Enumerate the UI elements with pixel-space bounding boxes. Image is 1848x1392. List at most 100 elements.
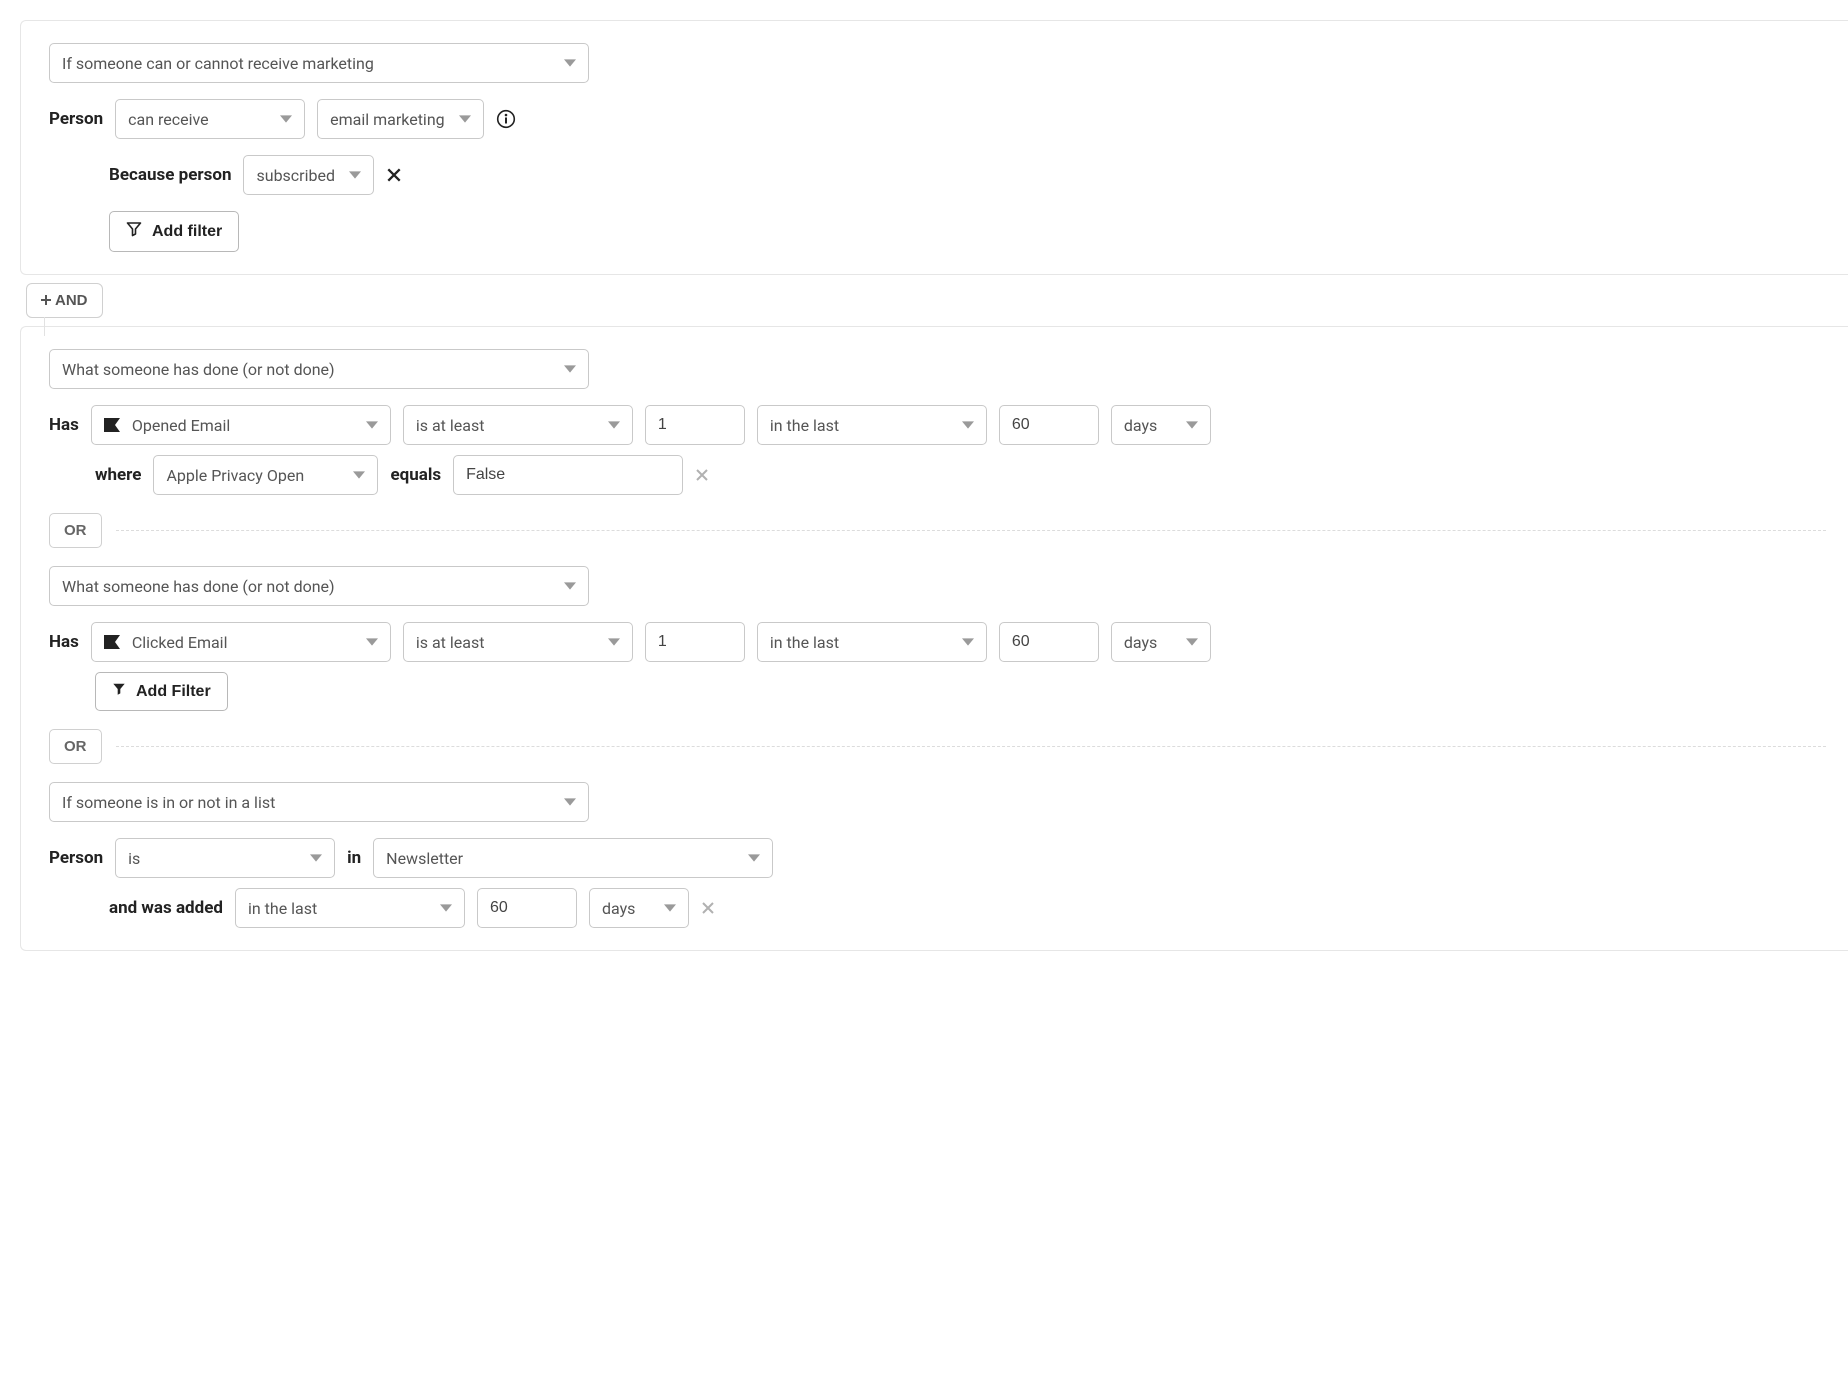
add-filter-button[interactable]: Add filter	[109, 211, 239, 252]
added-range-value[interactable]	[490, 899, 564, 917]
added-range-mode-select[interactable]: in the last	[235, 888, 465, 928]
chevron-down-icon	[650, 904, 676, 912]
added-range-value-input[interactable]	[477, 888, 577, 928]
because-value: subscribed	[256, 166, 335, 185]
chevron-down-icon	[948, 638, 974, 646]
list-value: Newsletter	[386, 849, 463, 868]
funnel-icon	[126, 221, 142, 242]
chevron-down-icon	[335, 171, 361, 179]
or-button[interactable]: OR	[49, 513, 102, 548]
chevron-down-icon	[948, 421, 974, 429]
chevron-down-icon	[734, 854, 760, 862]
chevron-down-icon	[445, 115, 471, 123]
can-receive-select[interactable]: can receive	[115, 99, 305, 139]
operator-value: is at least	[416, 633, 485, 652]
where-value-input[interactable]	[453, 455, 683, 495]
condition-type-select[interactable]: If someone can or cannot receive marketi…	[49, 43, 589, 83]
chevron-down-icon	[296, 854, 322, 862]
funnel-icon	[112, 682, 126, 701]
condition-type-label: What someone has done (or not done)	[62, 360, 335, 379]
where-property-value: Apple Privacy Open	[166, 466, 304, 485]
chevron-down-icon	[352, 638, 378, 646]
condition-type-label: If someone can or cannot receive marketi…	[62, 54, 374, 73]
because-person-label: Because person	[109, 165, 231, 185]
chevron-down-icon	[426, 904, 452, 912]
condition-type-select[interactable]: What someone has done (or not done)	[49, 566, 589, 606]
person-label: Person	[49, 848, 103, 868]
where-property-select[interactable]: Apple Privacy Open	[153, 455, 378, 495]
chevron-down-icon	[550, 582, 576, 590]
and-connector-button[interactable]: AND	[26, 283, 103, 318]
operator-select[interactable]: is at least	[403, 405, 633, 445]
event-select[interactable]: Opened Email	[91, 405, 391, 445]
range-value-input[interactable]	[999, 405, 1099, 445]
and-label: AND	[55, 292, 88, 309]
flag-icon	[104, 418, 122, 432]
or-dashline	[116, 530, 1827, 531]
count-input[interactable]	[645, 405, 745, 445]
and-was-added-label: and was added	[109, 898, 223, 918]
chevron-down-icon	[550, 59, 576, 67]
info-icon[interactable]	[496, 109, 516, 129]
condition-type-select[interactable]: What someone has done (or not done)	[49, 349, 589, 389]
added-range-mode-value: in the last	[248, 899, 317, 918]
count-value[interactable]	[658, 633, 732, 651]
condition-type-label: If someone is in or not in a list	[62, 793, 275, 812]
range-unit-value: days	[1124, 633, 1157, 652]
range-value-input[interactable]	[999, 622, 1099, 662]
or-dashline	[116, 746, 1827, 747]
remove-where-button[interactable]	[695, 468, 709, 482]
chevron-down-icon	[550, 365, 576, 373]
remove-added-button[interactable]	[701, 901, 715, 915]
where-value[interactable]	[466, 466, 670, 484]
event-value: Clicked Email	[132, 633, 228, 652]
range-value[interactable]	[1012, 633, 1086, 651]
event-value: Opened Email	[132, 416, 230, 435]
chevron-down-icon	[352, 421, 378, 429]
is-value: is	[128, 849, 140, 868]
range-mode-value: in the last	[770, 633, 839, 652]
added-range-unit-select[interactable]: days	[589, 888, 689, 928]
or-separator: OR	[49, 513, 1826, 548]
range-mode-value: in the last	[770, 416, 839, 435]
has-label: Has	[49, 415, 79, 435]
chevron-down-icon	[594, 421, 620, 429]
or-separator: OR	[49, 729, 1826, 764]
operator-select[interactable]: is at least	[403, 622, 633, 662]
chevron-down-icon	[1172, 421, 1198, 429]
condition-type-select[interactable]: If someone is in or not in a list	[49, 782, 589, 822]
count-input[interactable]	[645, 622, 745, 662]
equals-label: equals	[390, 465, 441, 485]
condition-block-marketing: If someone can or cannot receive marketi…	[20, 20, 1848, 275]
event-select[interactable]: Clicked Email	[91, 622, 391, 662]
has-label: Has	[49, 632, 79, 652]
count-value[interactable]	[658, 416, 732, 434]
add-filter-label: Add filter	[152, 223, 222, 241]
chevron-down-icon	[339, 471, 365, 479]
where-label: where	[95, 465, 141, 485]
condition-block-activity: What someone has done (or not done) Has …	[20, 326, 1848, 951]
range-unit-select[interactable]: days	[1111, 622, 1211, 662]
person-label: Person	[49, 109, 103, 129]
range-mode-select[interactable]: in the last	[757, 405, 987, 445]
or-button[interactable]: OR	[49, 729, 102, 764]
chevron-down-icon	[1172, 638, 1198, 646]
connector-line	[44, 317, 45, 336]
can-receive-value: can receive	[128, 110, 209, 129]
list-select[interactable]: Newsletter	[373, 838, 773, 878]
is-select[interactable]: is	[115, 838, 335, 878]
because-select[interactable]: subscribed	[243, 155, 374, 195]
range-mode-select[interactable]: in the last	[757, 622, 987, 662]
range-value[interactable]	[1012, 416, 1086, 434]
chevron-down-icon	[266, 115, 292, 123]
in-label: in	[347, 848, 361, 868]
channel-value: email marketing	[330, 110, 445, 129]
flag-icon	[104, 635, 122, 649]
added-range-unit-value: days	[602, 899, 635, 918]
channel-select[interactable]: email marketing	[317, 99, 484, 139]
add-filter-button[interactable]: Add Filter	[95, 672, 228, 711]
operator-value: is at least	[416, 416, 485, 435]
range-unit-select[interactable]: days	[1111, 405, 1211, 445]
chevron-down-icon	[550, 798, 576, 806]
remove-because-button[interactable]	[386, 167, 402, 183]
